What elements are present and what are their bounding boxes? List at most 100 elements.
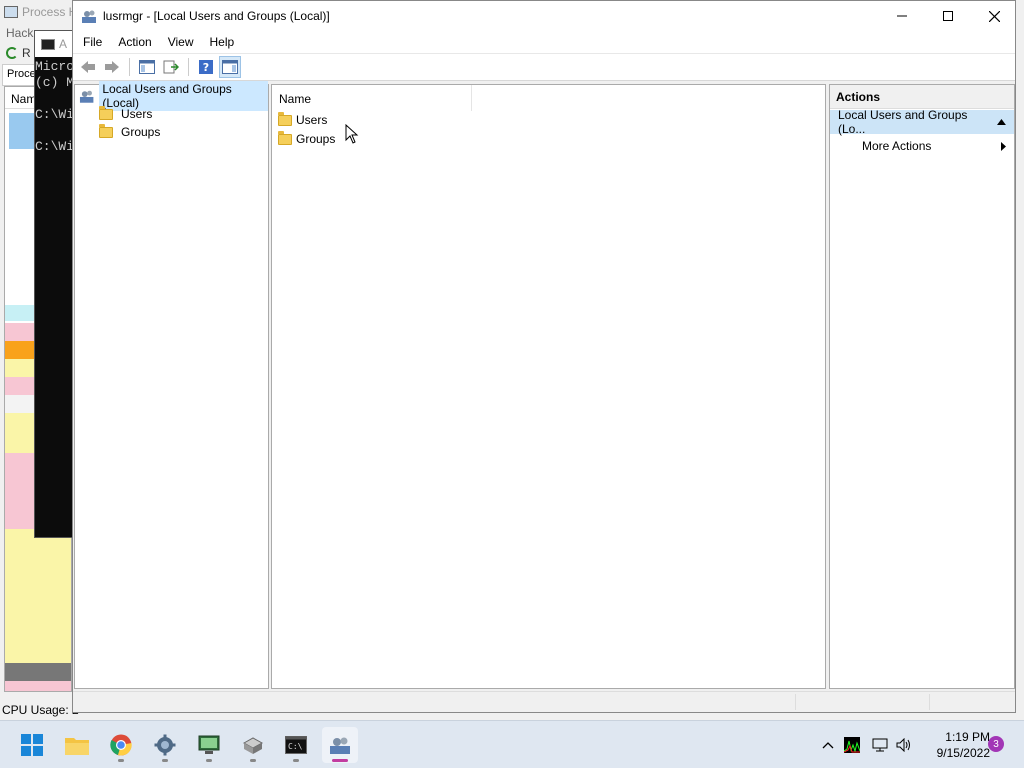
more-actions-item[interactable]: More Actions [830,134,1014,158]
running-indicator [293,759,299,762]
console-line: C:\Wi [35,107,74,122]
action-pane-icon [222,60,238,74]
process-hacker-tray-button[interactable] [842,721,862,768]
console-title: A [59,37,68,51]
process-row[interactable] [5,681,71,691]
close-button[interactable] [971,1,1017,31]
clock-date: 9/15/2022 [936,746,990,760]
active-indicator [332,759,348,762]
maximize-icon [943,11,953,21]
console-line: (c) M [35,75,74,90]
lusrmgr-window: lusrmgr - [Local Users and Groups (Local… [72,0,1016,713]
back-button[interactable] [77,56,99,78]
menu-view[interactable]: View [162,35,200,49]
clock-time: 1:19 PM [945,730,990,744]
minimize-icon [897,15,907,17]
minimize-button[interactable] [879,1,925,31]
process-hacker-icon [198,735,220,754]
volume-button[interactable] [894,721,914,768]
actions-pane: Actions Local Users and Groups (Lo... Mo… [829,84,1015,689]
list-item-label: Users [296,113,328,127]
help-icon: ? [199,60,213,74]
tree-node-groups-label: Groups [121,125,161,139]
folder-icon [99,105,113,120]
show-hide-tree-button[interactable] [136,56,158,78]
cpu-graph-icon [844,737,860,753]
toolbar-separator [188,58,189,76]
show-hidden-icons-button[interactable] [818,721,838,768]
export-list-button[interactable] [160,56,182,78]
tree-node-users[interactable]: Users [99,105,155,123]
terminal-icon: C:\ [285,736,307,754]
server-icon [242,737,264,754]
tree-node-root[interactable]: Local Users and Groups (Local) [79,81,268,111]
tree-node-groups[interactable]: Groups [99,123,163,141]
process-hacker-refresh-button[interactable]: R [6,46,31,60]
file-explorer-icon [65,738,89,755]
console-titlebar[interactable]: A [35,31,73,57]
start-button[interactable] [14,727,50,763]
window-statusbar [73,691,1015,712]
gear-icon [154,734,176,756]
file-explorer-button[interactable] [59,727,95,763]
taskbar: C:\ 1:19 PM 9/15/2022 [0,720,1024,768]
column-header-name[interactable]: Name [272,85,472,111]
menu-bar: File Action View Help [73,31,1015,53]
menu-action[interactable]: Action [112,35,157,49]
forward-button[interactable] [101,56,123,78]
settings-button[interactable] [147,727,183,763]
status-divider [929,694,930,710]
running-indicator [206,759,212,762]
svg-text:?: ? [203,61,209,74]
list-item-users[interactable]: Users [278,111,327,129]
forward-arrow-icon [105,61,119,73]
process-row[interactable] [5,663,71,681]
mouse-cursor-icon [345,124,359,144]
show-hide-action-pane-button[interactable] [219,56,241,78]
clock[interactable]: 1:19 PM 9/15/2022 [918,729,990,761]
more-actions-label: More Actions [862,139,932,153]
actions-section-label: Local Users and Groups (Lo... [838,108,968,136]
process-hacker-taskbar-button[interactable] [191,727,227,763]
chrome-button[interactable] [103,727,139,763]
process-row[interactable] [5,529,71,663]
back-arrow-icon [81,61,95,73]
results-pane[interactable]: Name Users Groups [271,84,826,689]
console-window: A Micro (c) M C:\Wi C:\Wi [34,30,74,538]
toolbar: ? [73,53,1015,81]
process-hacker-titlebar[interactable]: Process H [0,0,80,24]
chevron-up-icon [822,742,834,749]
lusrmgr-taskbar-button[interactable] [322,727,358,763]
list-item-groups[interactable]: Groups [278,130,335,148]
console-tree-icon [139,60,155,74]
notification-badge[interactable]: 3 [988,736,1004,752]
console-tree-pane[interactable]: Local Users and Groups (Local) Users Gro… [74,81,269,689]
process-hacker-icon [4,6,18,18]
network-button[interactable] [870,721,890,768]
terminal-button[interactable]: C:\ [278,727,314,763]
list-item-label: Groups [296,132,336,146]
collapse-up-icon [997,119,1006,125]
users-groups-icon [330,737,350,754]
submenu-arrow-icon [1001,141,1006,151]
folder-icon [278,130,292,145]
menu-file[interactable]: File [77,35,108,49]
window-titlebar[interactable]: lusrmgr - [Local Users and Groups (Local… [73,1,1015,31]
console-icon [41,38,55,50]
server-manager-button[interactable] [235,727,271,763]
speaker-icon [896,738,910,752]
network-icon [872,738,888,752]
menu-help[interactable]: Help [204,35,241,49]
actions-section-header[interactable]: Local Users and Groups (Lo... [830,108,1014,136]
window-title: lusrmgr - [Local Users and Groups (Local… [103,9,330,23]
console-line: C:\Wi [35,139,74,154]
maximize-button[interactable] [925,1,971,31]
folder-icon [278,111,292,126]
help-button[interactable]: ? [195,56,217,78]
process-hacker-title: Process H [22,5,78,19]
export-list-icon [163,60,179,74]
folder-icon [99,123,113,138]
process-hacker-menu[interactable]: Hack [6,26,33,40]
